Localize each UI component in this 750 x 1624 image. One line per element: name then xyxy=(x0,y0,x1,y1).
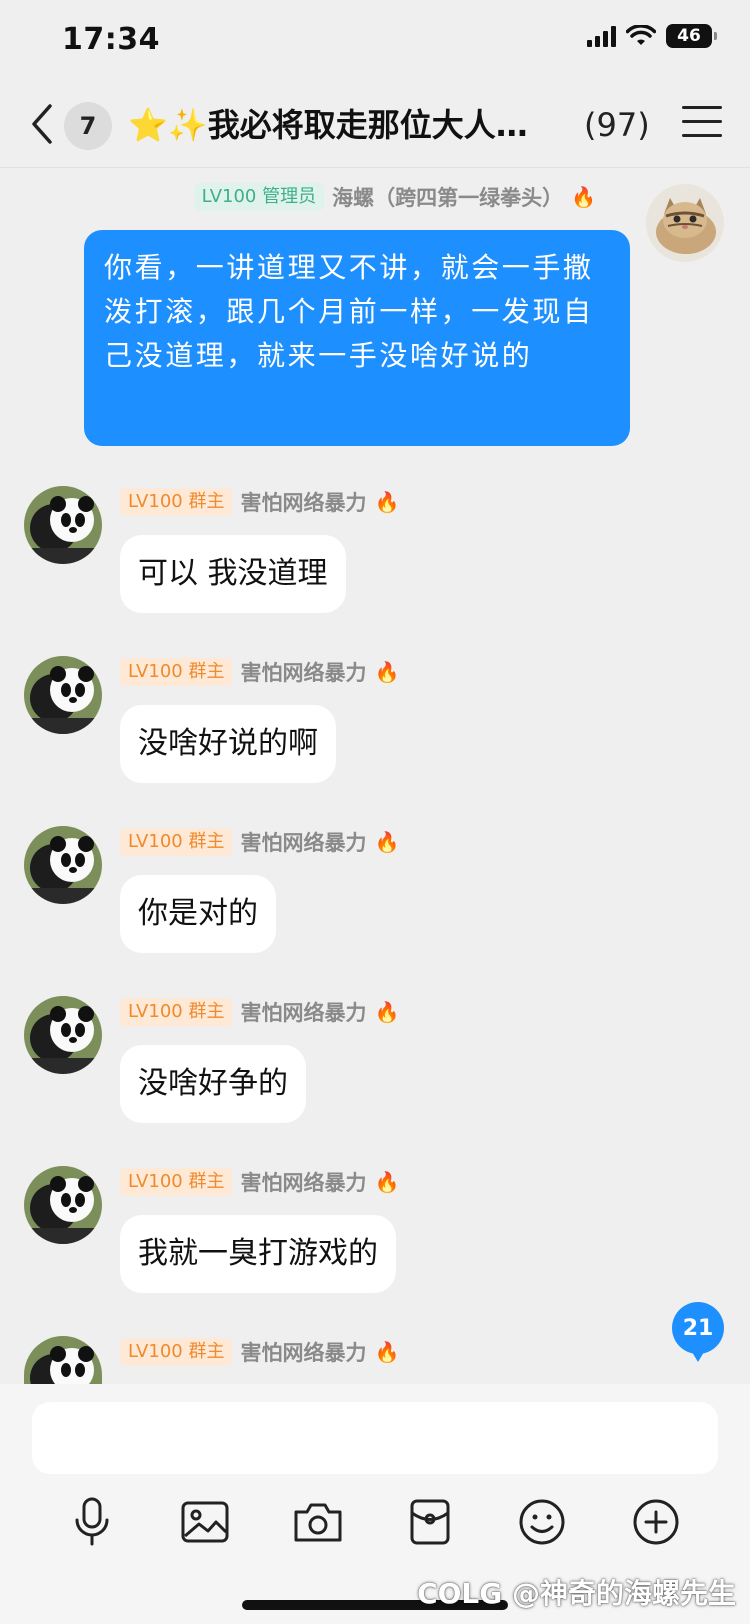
panda-avatar-image xyxy=(24,996,102,1074)
owner-badge: LV100 群主 xyxy=(120,828,233,856)
sender-row: LV100 群主 害怕网络暴力 🔥 xyxy=(120,1337,399,1367)
camera-icon[interactable] xyxy=(288,1492,348,1552)
status-time: 17:34 xyxy=(62,22,160,57)
avatar-panda[interactable] xyxy=(24,826,102,904)
sender-name: 害怕网络暴力 xyxy=(240,661,367,685)
sender-name: 害怕网络暴力 xyxy=(240,831,367,855)
chat-header: 7 ⭐✨我必将取走那位大人… (97) xyxy=(0,80,750,168)
owner-badge: LV100 群主 xyxy=(120,1168,233,1196)
member-count[interactable]: (97) xyxy=(584,102,650,148)
status-icons: 46 xyxy=(587,24,717,48)
owner-badge: LV100 群主 xyxy=(120,658,233,686)
my-message-bubble[interactable]: 你看，一讲道理又不讲，就会一手撒泼打滚，跟几个月前一样，一发现自己没道理，就来一… xyxy=(84,230,630,446)
sender-name: 害怕网络暴力 xyxy=(240,1341,367,1365)
owner-badge: LV100 群主 xyxy=(120,1338,233,1366)
wifi-icon xyxy=(626,25,656,45)
message-bubble[interactable]: 没啥好争的 xyxy=(120,1045,306,1123)
red-packet-icon[interactable] xyxy=(400,1492,460,1552)
message-bubble[interactable]: 可以 我没道理 xyxy=(120,535,346,613)
sender-row: LV100 群主 害怕网络暴力 🔥 xyxy=(120,487,399,517)
avatar-panda[interactable] xyxy=(24,1166,102,1244)
input-toolbar xyxy=(0,1492,750,1572)
admin-badge: LV100 管理员 xyxy=(193,183,325,211)
flame-icon: 🔥 xyxy=(571,185,596,209)
avatar-panda[interactable] xyxy=(24,656,102,734)
owner-badge: LV100 群主 xyxy=(120,998,233,1026)
owner-badge: LV100 群主 xyxy=(120,488,233,516)
watermark: COLG @神奇的海螺先生 xyxy=(417,1577,736,1610)
plus-icon[interactable] xyxy=(626,1492,686,1552)
panda-avatar-image xyxy=(24,486,102,564)
microphone-icon[interactable] xyxy=(62,1492,122,1552)
sender-row: LV100 群主 害怕网络暴力 🔥 xyxy=(120,1167,399,1197)
chevron-left-icon xyxy=(32,104,52,144)
avatar-panda[interactable] xyxy=(24,996,102,1074)
new-messages-badge[interactable]: 21 xyxy=(672,1302,724,1362)
message-bubble[interactable]: 没啥好说的啊 xyxy=(120,705,336,783)
menu-button[interactable] xyxy=(682,106,722,142)
status-bar: 17:34 46 xyxy=(0,0,750,80)
panda-avatar-image xyxy=(24,826,102,904)
sender-name: 害怕网络暴力 xyxy=(240,1171,367,1195)
sender-row: LV100 群主 害怕网络暴力 🔥 xyxy=(120,997,399,1027)
my-sender-row: LV100 管理员 海螺（跨四第一绿拳头） 🔥 xyxy=(193,182,596,212)
image-icon[interactable] xyxy=(175,1492,235,1552)
panda-avatar-image xyxy=(24,656,102,734)
message-bubble[interactable]: 我就一臭打游戏的 xyxy=(120,1215,396,1293)
battery-icon: 46 xyxy=(666,24,717,48)
flame-icon: 🔥 xyxy=(374,1340,400,1364)
sender-row: LV100 群主 害怕网络暴力 🔥 xyxy=(120,827,399,857)
cellular-signal-icon xyxy=(587,25,616,47)
avatar-cat[interactable] xyxy=(646,184,724,262)
panda-avatar-image xyxy=(24,1166,102,1244)
message-bubble[interactable]: 你是对的 xyxy=(120,875,276,953)
sender-name: 害怕网络暴力 xyxy=(240,491,367,515)
sender-name: 海螺（跨四第一绿拳头） xyxy=(332,186,564,210)
avatar-panda[interactable] xyxy=(24,1336,102,1384)
unread-count-badge[interactable]: 7 xyxy=(64,102,112,150)
cat-avatar-image xyxy=(646,184,724,262)
flame-icon: 🔥 xyxy=(374,1000,400,1024)
flame-icon: 🔥 xyxy=(374,830,400,854)
flame-icon: 🔥 xyxy=(374,490,400,514)
panda-avatar-image xyxy=(24,1336,102,1384)
emoji-icon[interactable] xyxy=(512,1492,572,1552)
flame-icon: 🔥 xyxy=(374,660,400,684)
back-button[interactable] xyxy=(24,100,64,148)
flame-icon: 🔥 xyxy=(374,1170,400,1194)
sender-name: 害怕网络暴力 xyxy=(240,1001,367,1025)
message-input[interactable] xyxy=(32,1402,718,1474)
sender-row: LV100 群主 害怕网络暴力 🔥 xyxy=(120,657,399,687)
avatar-panda[interactable] xyxy=(24,486,102,564)
group-title[interactable]: ⭐✨我必将取走那位大人… xyxy=(128,102,558,148)
